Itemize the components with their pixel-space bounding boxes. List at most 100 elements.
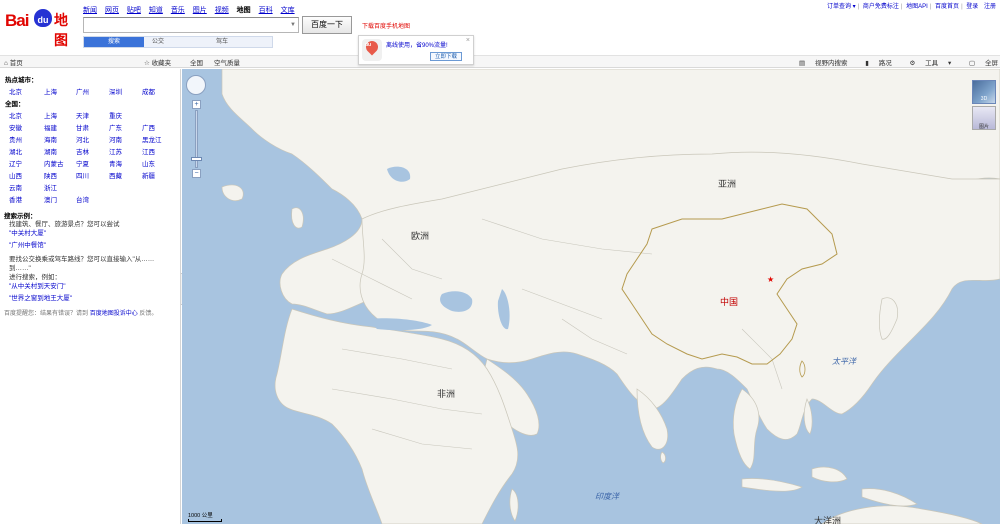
zoom-out-button[interactable]: − xyxy=(192,169,201,178)
province-link[interactable]: 安徽 xyxy=(9,122,22,132)
label-asia: 亚洲 xyxy=(718,179,737,189)
nav-wenku[interactable]: 文库 xyxy=(281,7,295,14)
login-link[interactable]: 登录 xyxy=(966,4,978,10)
city-link[interactable]: 上海 xyxy=(44,86,57,96)
example-link[interactable]: "中关村大厦" xyxy=(9,229,176,238)
province-link[interactable]: 四川 xyxy=(76,170,89,180)
province-link[interactable]: 天津 xyxy=(76,110,89,120)
zoom-in-button[interactable]: + xyxy=(192,100,201,109)
province-link[interactable]: 河北 xyxy=(76,134,89,144)
orders-link[interactable]: 订单查询 xyxy=(827,4,851,10)
nav-tieba[interactable]: 贴吧 xyxy=(127,7,141,14)
tab-transit[interactable]: 公交 xyxy=(133,37,183,47)
province-link[interactable]: 澳门 xyxy=(44,194,57,204)
dropdown-arrow-icon[interactable]: ▼ xyxy=(290,22,296,28)
city-link[interactable]: 深圳 xyxy=(109,86,122,96)
download-phone-link[interactable]: 下载百度手机地图 xyxy=(362,21,410,30)
nav-map[interactable]: 地图 xyxy=(237,7,251,14)
province-link[interactable]: 西藏 xyxy=(109,170,122,180)
province-link[interactable]: 上海 xyxy=(44,110,57,120)
province-link[interactable]: 湖北 xyxy=(9,146,22,156)
nation-title: 全国： xyxy=(5,101,25,108)
province-link[interactable]: 江西 xyxy=(142,146,155,156)
province-link[interactable]: 吉林 xyxy=(76,146,89,156)
province-link[interactable]: 云南 xyxy=(9,182,22,192)
nav-music[interactable]: 音乐 xyxy=(171,7,185,14)
example-link[interactable]: "世界之窗到地王大厦" xyxy=(9,294,176,303)
map-type-image[interactable]: 图片 xyxy=(972,106,996,130)
province-link[interactable]: 海南 xyxy=(44,134,57,144)
promo-message[interactable]: 离线使用，省90%流量! xyxy=(386,40,448,49)
province-link[interactable]: 青海 xyxy=(109,158,122,168)
province-link[interactable]: 贵州 xyxy=(9,134,22,144)
province-link[interactable]: 黑龙江 xyxy=(142,134,162,144)
province-link[interactable]: 内蒙古 xyxy=(44,158,64,168)
nav-web[interactable]: 网页 xyxy=(105,7,119,14)
province-link[interactable]: 广东 xyxy=(109,122,122,132)
province-row: 湖北 湖南 吉林 江苏 江西 xyxy=(4,146,176,158)
province-link[interactable]: 宁夏 xyxy=(76,158,89,168)
view-search-button[interactable]: ▤ 视野内搜索 xyxy=(791,60,847,67)
city-link[interactable]: 北京 xyxy=(9,86,22,96)
map-type-3d[interactable]: 3D xyxy=(972,80,996,104)
zoom-slider-handle[interactable] xyxy=(191,157,202,161)
province-row: 安徽 福建 甘肃 广东 广西 xyxy=(4,122,176,134)
city-switch[interactable]: 全国 xyxy=(190,57,203,67)
fullscreen-label: 全屏 xyxy=(985,60,998,67)
nav-baike[interactable]: 百科 xyxy=(259,7,273,14)
complaint-center-link[interactable]: 百度地图投诉中心 xyxy=(90,311,138,317)
city-link[interactable]: 成都 xyxy=(142,86,155,96)
api-link[interactable]: 地图API xyxy=(906,4,928,10)
close-icon[interactable]: × xyxy=(466,37,470,44)
nav-zhidao[interactable]: 知道 xyxy=(149,7,163,14)
province-link[interactable]: 广西 xyxy=(142,122,155,132)
download-now-button[interactable]: 立即下载 xyxy=(430,52,462,61)
register-link[interactable]: 注册 xyxy=(984,4,996,10)
province-link[interactable]: 陕西 xyxy=(44,170,57,180)
top-links: 订单查询 ▾ | 商户免费标注 | 地图API | 百度首页 | 登录 注册 xyxy=(826,4,996,10)
province-link[interactable]: 新疆 xyxy=(142,170,155,180)
map-canvas[interactable]: ★ 亚洲 欧洲 非洲 中国 太平洋 印度洋 大洋洲 + − 3D 图片 1000… xyxy=(182,69,1000,524)
province-link[interactable]: 重庆 xyxy=(109,110,122,120)
search-button[interactable]: 百度一下 xyxy=(302,16,352,34)
pan-control-icon[interactable] xyxy=(186,75,206,95)
nav-video[interactable]: 视频 xyxy=(215,7,229,14)
baidu-map-logo[interactable]: Bai du 地图 xyxy=(5,5,75,48)
province-link[interactable]: 山东 xyxy=(142,158,155,168)
home-icon: ⌂ xyxy=(4,60,8,67)
province-row: 辽宁 内蒙古 宁夏 青海 山东 xyxy=(4,158,176,170)
province-link[interactable]: 山西 xyxy=(9,170,22,180)
province-link[interactable]: 北京 xyxy=(9,110,22,120)
merchant-link[interactable]: 商户免费标注 xyxy=(863,4,899,10)
tab-driving[interactable]: 驾车 xyxy=(192,37,252,47)
province-link[interactable]: 香港 xyxy=(9,194,22,204)
province-link[interactable]: 浙江 xyxy=(44,182,57,192)
province-link[interactable]: 江苏 xyxy=(109,146,122,156)
favorites-button[interactable]: ☆ 收藏夹 xyxy=(144,57,171,67)
province-link[interactable]: 辽宁 xyxy=(9,158,22,168)
example-text: 找建筑、餐厅、旅游景点？您可以尝试 xyxy=(9,221,120,228)
examples-title: 搜索示例： xyxy=(4,213,37,220)
label-china: 中国 xyxy=(720,297,739,307)
fullscreen-button[interactable]: ▢ 全屏 xyxy=(961,60,998,67)
tools-button[interactable]: ⚙ 工具 ▾ xyxy=(902,60,952,67)
province-list: 北京 上海 天津 重庆安徽 福建 甘肃 广东 广西贵州 海南 河北 河南 黑龙江湖北 湖南 吉林 江苏 江西辽… xyxy=(4,110,176,206)
feedback-note: 百度提醒您：结果有错误？请到 百度地图投诉中心 反馈。 xyxy=(4,308,176,317)
logo-text-du: du xyxy=(37,15,49,25)
province-link[interactable]: 福建 xyxy=(44,122,57,132)
province-link[interactable]: 湖南 xyxy=(44,146,57,156)
traffic-button[interactable]: ▮ 路况 xyxy=(857,60,891,67)
search-input[interactable]: ▼ xyxy=(83,17,299,33)
baidu-home-link[interactable]: 百度首页 xyxy=(935,4,959,10)
province-link[interactable]: 河南 xyxy=(109,134,122,144)
nav-news[interactable]: 新闻 xyxy=(83,7,97,14)
air-quality-link[interactable]: 空气质量 xyxy=(214,57,240,67)
city-link[interactable]: 广州 xyxy=(76,86,89,96)
example-link[interactable]: "广州中餐馆" xyxy=(9,241,176,250)
home-button[interactable]: ⌂ 首页 xyxy=(4,57,23,67)
province-link[interactable]: 甘肃 xyxy=(76,122,89,132)
nav-images[interactable]: 图片 xyxy=(193,7,207,14)
province-row: 云南 浙江 xyxy=(4,182,176,194)
example-link[interactable]: "从中关村到天安门" xyxy=(9,282,176,291)
province-link[interactable]: 台湾 xyxy=(76,194,89,204)
